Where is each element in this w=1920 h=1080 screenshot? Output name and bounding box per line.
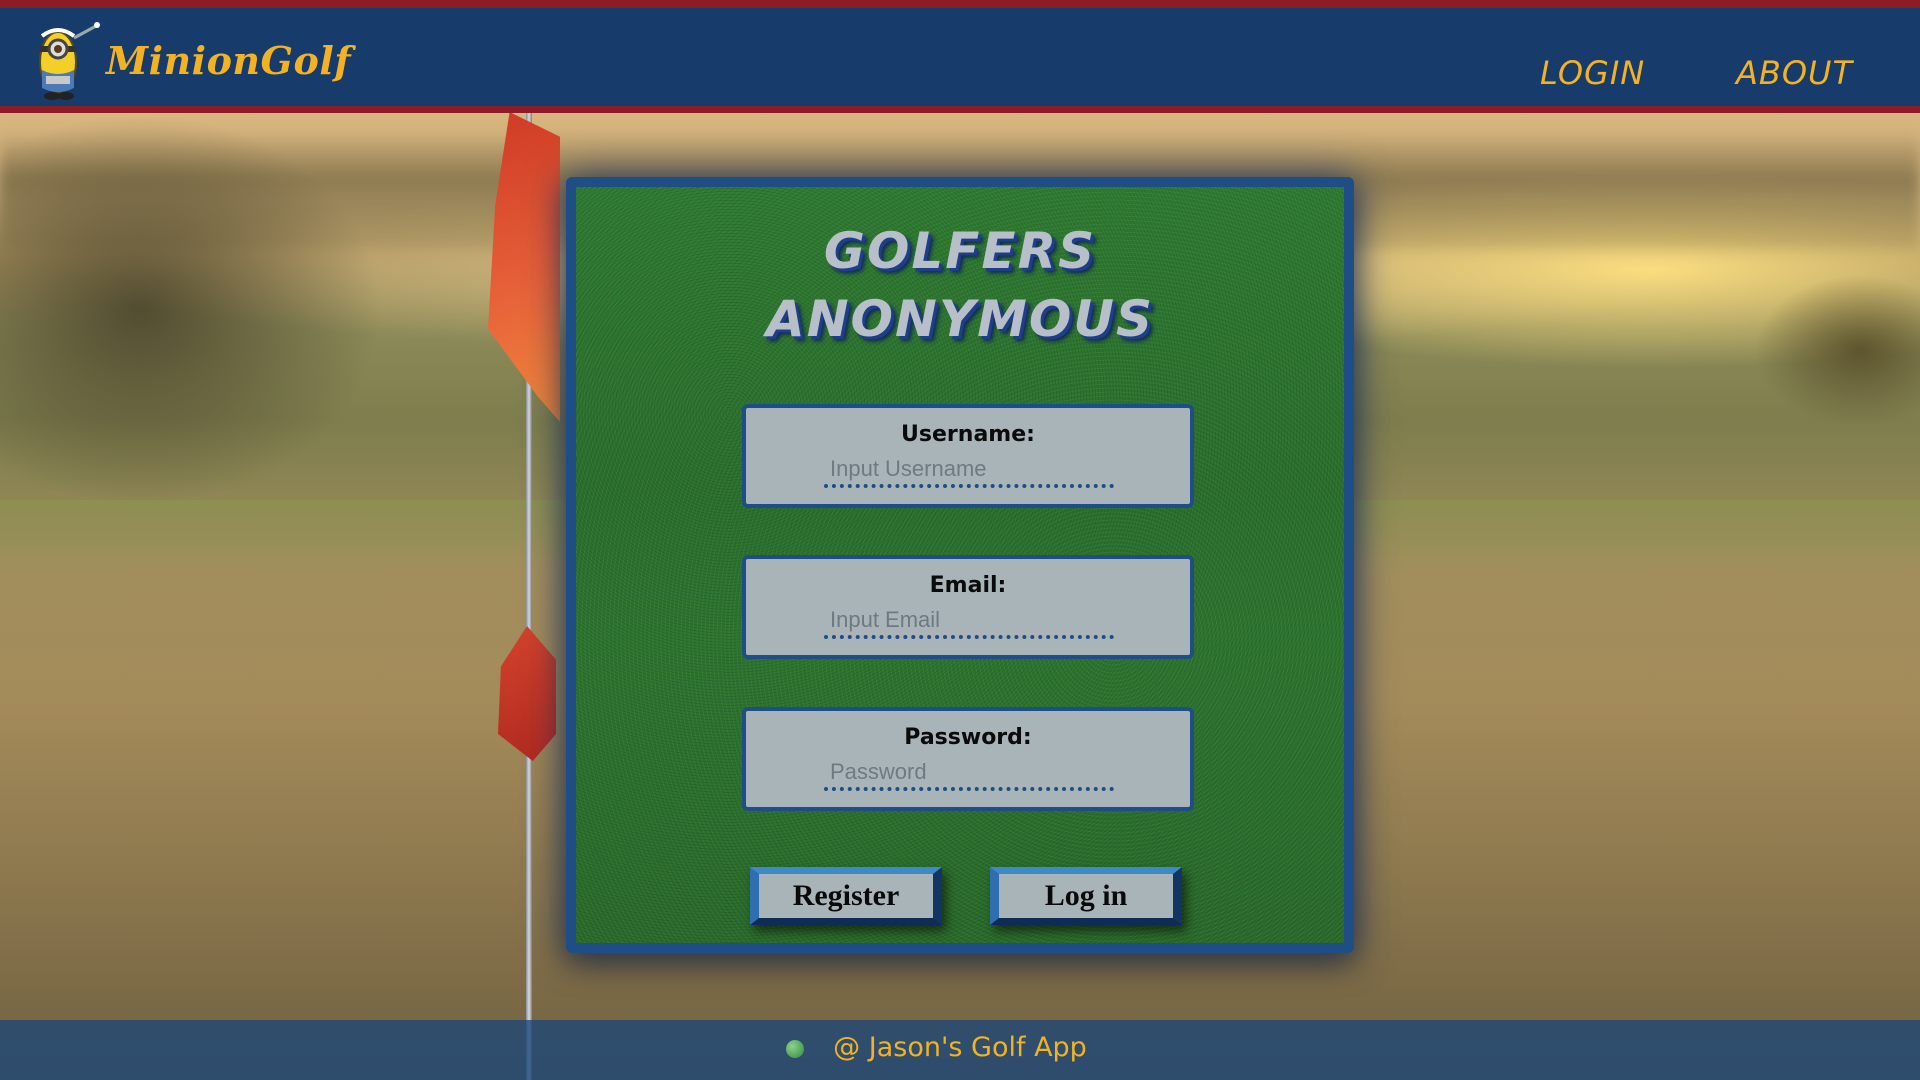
card-title-line1: GOLFERS bbox=[823, 222, 1097, 280]
background-trees-right bbox=[1700, 260, 1920, 430]
nav-login-link[interactable]: LOGIN bbox=[1540, 54, 1645, 92]
email-input[interactable] bbox=[824, 605, 1114, 639]
minion-golfer-logo-icon[interactable] bbox=[18, 18, 104, 104]
username-label: Username: bbox=[901, 422, 1035, 447]
background-trees-left bbox=[0, 110, 560, 550]
card-title-line2: ANONYMOUS bbox=[766, 290, 1154, 348]
login-card: GOLFERS ANONYMOUS Username: Email: Passw… bbox=[566, 177, 1354, 953]
header-top-stripe bbox=[0, 0, 1920, 8]
username-field-box: Username: bbox=[742, 404, 1194, 508]
password-label: Password: bbox=[904, 725, 1032, 750]
header-bar: MinionGolf LOGIN ABOUT bbox=[0, 8, 1920, 106]
register-button[interactable]: Register bbox=[750, 867, 942, 925]
footer-credit: @ Jason's Golf App bbox=[833, 1032, 1087, 1063]
golf-ball bbox=[786, 1040, 804, 1058]
header-bottom-stripe bbox=[0, 106, 1920, 113]
login-button[interactable]: Log in bbox=[990, 867, 1182, 925]
nav-about-link[interactable]: ABOUT bbox=[1736, 54, 1853, 92]
footer-bar: @ Jason's Golf App bbox=[0, 1020, 1920, 1080]
email-label: Email: bbox=[929, 573, 1007, 598]
password-field-box: Password: bbox=[742, 707, 1194, 811]
email-field-box: Email: bbox=[742, 555, 1194, 659]
password-input[interactable] bbox=[824, 757, 1114, 791]
username-input[interactable] bbox=[824, 454, 1114, 488]
brand-name[interactable]: MinionGolf bbox=[106, 38, 351, 83]
card-title: GOLFERS ANONYMOUS bbox=[576, 217, 1344, 353]
